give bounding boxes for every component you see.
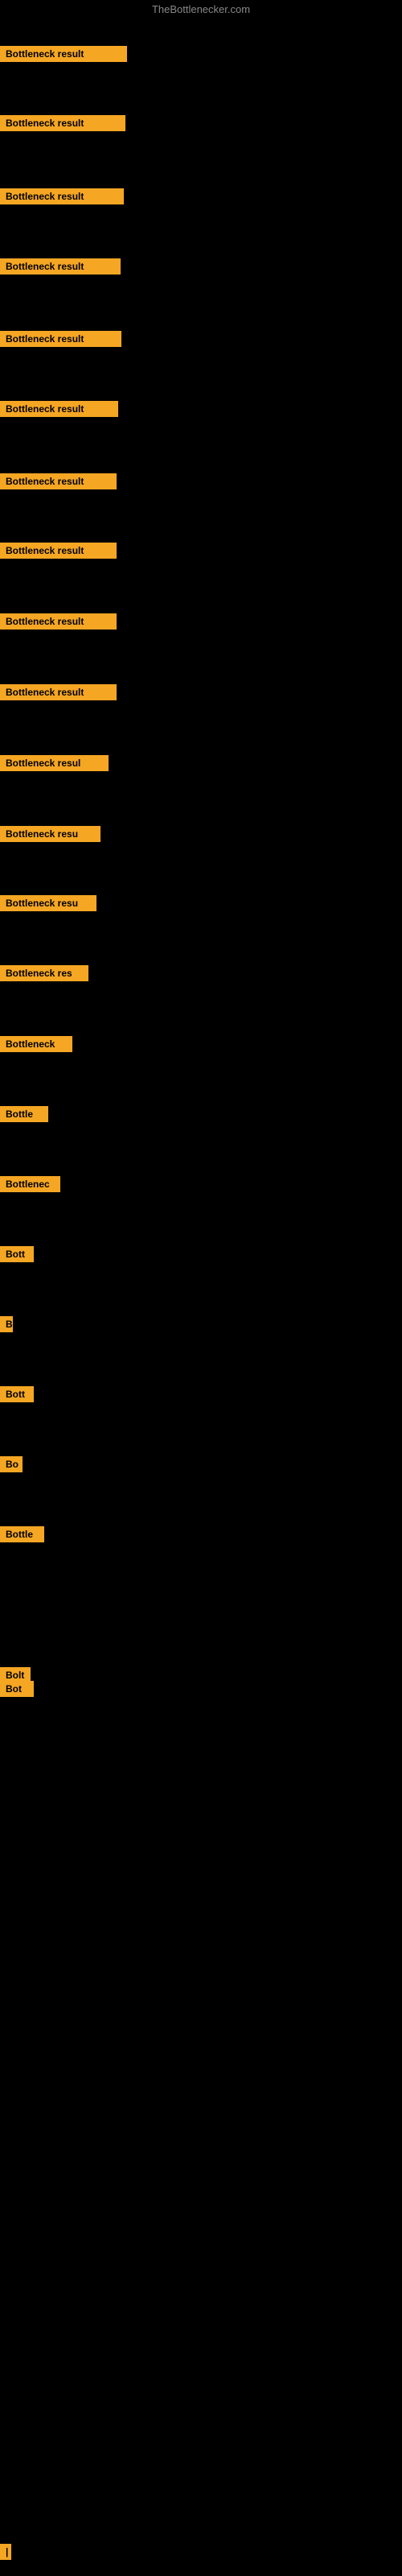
bottleneck-badge-19: B	[0, 1316, 13, 1332]
bottleneck-badge-9: Bottleneck result	[0, 613, 117, 630]
bottleneck-badge-15: Bottleneck	[0, 1036, 72, 1052]
bottleneck-badge-20: Bott	[0, 1386, 34, 1402]
bottleneck-badge-2: Bottleneck result	[0, 115, 125, 131]
bottleneck-badge-11: Bottleneck resul	[0, 755, 109, 771]
bottleneck-badge-18: Bott	[0, 1246, 34, 1262]
bottleneck-badge-22: Bottle	[0, 1526, 44, 1542]
bottleneck-badge-13: Bottleneck resu	[0, 895, 96, 911]
bottleneck-badge-4: Bottleneck result	[0, 258, 121, 275]
bottleneck-badge-6: Bottleneck result	[0, 401, 118, 417]
site-title: TheBottlenecker.com	[152, 3, 250, 15]
bottleneck-badge-8: Bottleneck result	[0, 543, 117, 559]
bottleneck-badge-26: |	[0, 2544, 11, 2560]
bottleneck-badge-16: Bottle	[0, 1106, 48, 1122]
bottleneck-badge-25: Bot	[0, 1681, 34, 1697]
bottleneck-badge-3: Bottleneck result	[0, 188, 124, 204]
bottleneck-badge-1: Bottleneck result	[0, 46, 127, 62]
bottleneck-badge-14: Bottleneck res	[0, 965, 88, 981]
bottleneck-badge-17: Bottlenec	[0, 1176, 60, 1192]
bottleneck-badge-5: Bottleneck result	[0, 331, 121, 347]
bottleneck-badge-7: Bottleneck result	[0, 473, 117, 489]
bottleneck-badge-10: Bottleneck result	[0, 684, 117, 700]
bottleneck-badge-21: Bo	[0, 1456, 23, 1472]
bottleneck-badge-12: Bottleneck resu	[0, 826, 100, 842]
